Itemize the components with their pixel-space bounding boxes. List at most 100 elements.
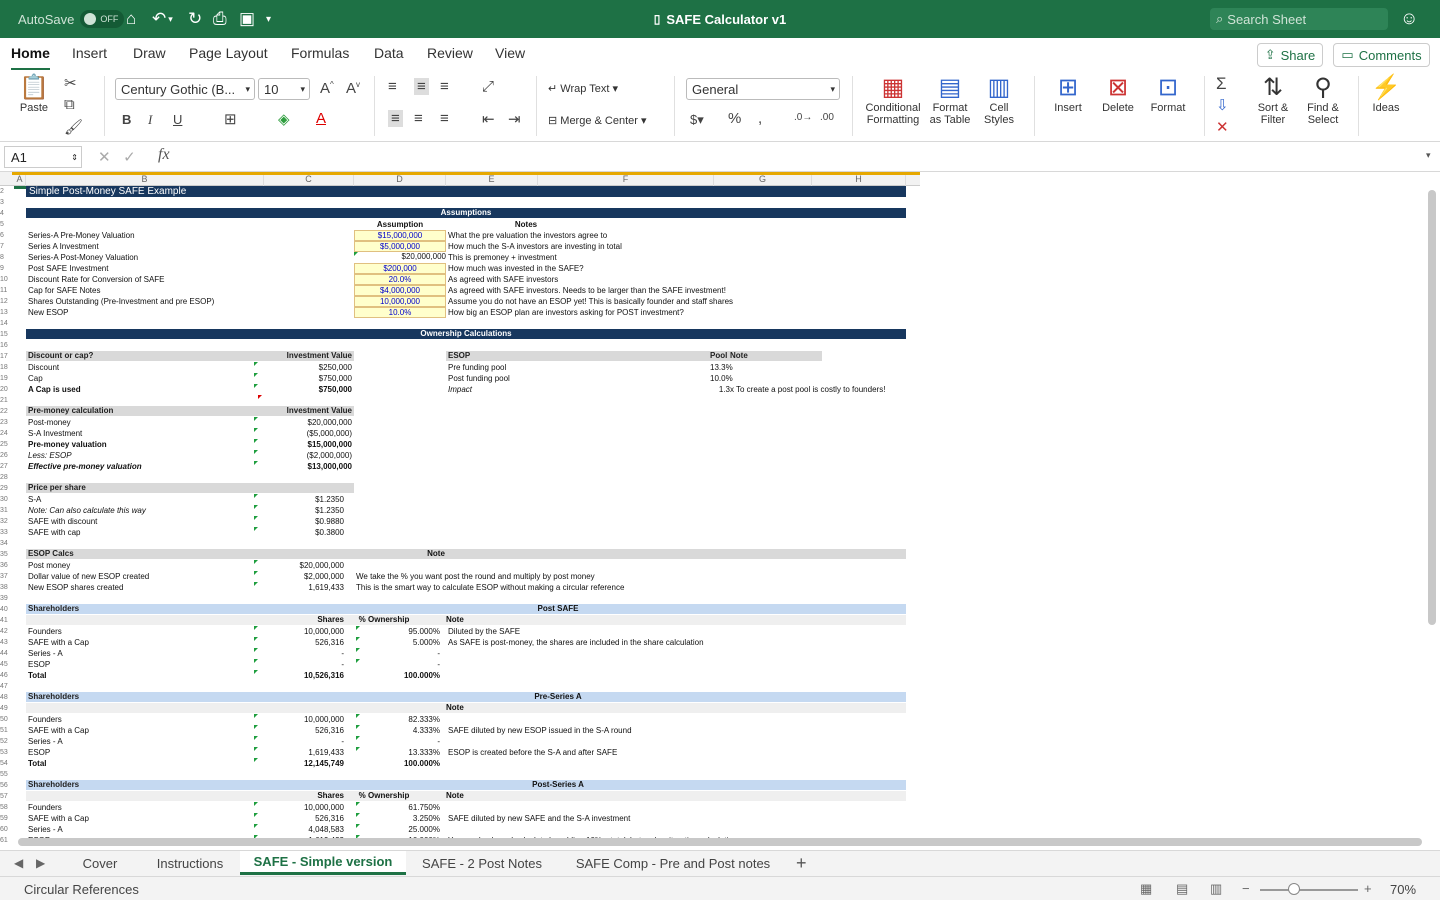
align-middle-icon[interactable]: ≡ <box>414 78 429 95</box>
page-layout-view-icon[interactable]: ▤ <box>1176 881 1188 897</box>
row-header[interactable]: 5 <box>0 219 14 230</box>
orientation-icon[interactable]: ⤢ <box>482 78 494 95</box>
discount-row-value[interactable]: $750,000 <box>264 373 352 384</box>
discount-block-title[interactable]: Discount or cap? <box>26 351 264 361</box>
assumption-input[interactable]: $15,000,000 <box>354 230 446 241</box>
shareholder-ownership[interactable]: 4.333% <box>354 725 440 736</box>
increase-indent-icon[interactable]: ⇥ <box>508 110 521 128</box>
row-header[interactable]: 47 <box>0 681 14 692</box>
save-icon[interactable]: ▣ <box>239 0 255 38</box>
assumption-note[interactable]: How big an ESOP plan are investors askin… <box>448 307 888 318</box>
row-header[interactable]: 18 <box>0 362 14 373</box>
assumption-input[interactable]: 10.0% <box>354 307 446 318</box>
number-format-select[interactable]: General ▾ <box>686 78 840 100</box>
discount-row-value[interactable]: $250,000 <box>264 362 352 373</box>
row-header[interactable]: 17 <box>0 351 14 362</box>
assumption-note[interactable]: As agreed with SAFE investors. Needs to … <box>448 285 888 296</box>
assumption-input[interactable]: $20,000,000 <box>354 252 446 263</box>
row-header[interactable]: 6 <box>0 230 14 241</box>
assumption-input[interactable]: 20.0% <box>354 274 446 285</box>
premoney-col-header[interactable]: Investment Value <box>264 406 354 416</box>
currency-icon[interactable]: $▾ <box>690 112 704 128</box>
shareholder-ownership[interactable]: 100.000% <box>354 670 440 681</box>
esop-calc-note[interactable]: This is the smart way to calculate ESOP … <box>356 582 796 593</box>
row-header[interactable]: 25 <box>0 439 14 450</box>
shareholder-label[interactable]: Series - A <box>28 648 258 659</box>
row-header[interactable]: 14 <box>0 318 14 329</box>
cancel-icon[interactable]: ✕ <box>98 149 111 166</box>
shareholder-shares[interactable]: 4,048,583 <box>264 824 344 835</box>
row-header[interactable]: 61 <box>0 835 14 846</box>
search-sheet-box[interactable]: ⌕ <box>1210 8 1388 30</box>
row-header[interactable]: 51 <box>0 725 14 736</box>
price-row-value[interactable]: $0.3800 <box>264 527 344 538</box>
row-header[interactable]: 15 <box>0 329 14 340</box>
row-header[interactable]: 56 <box>0 780 14 791</box>
premoney-row-label[interactable]: Pre-money valuation <box>28 439 258 450</box>
row-header[interactable]: 8 <box>0 252 14 263</box>
paste-button[interactable]: 📋 Paste <box>12 74 56 114</box>
insert-function-button[interactable]: fx <box>158 146 170 164</box>
assumption-input[interactable]: 10,000,000 <box>354 296 446 307</box>
row-header[interactable]: 33 <box>0 527 14 538</box>
row-header[interactable]: 23 <box>0 417 14 428</box>
shareholder-label[interactable]: Series - A <box>28 824 258 835</box>
row-header[interactable]: 4 <box>0 208 14 219</box>
shareholders-title[interactable]: Shareholders <box>26 780 906 790</box>
font-name-select[interactable]: Century Gothic (B... ▾ <box>115 78 255 100</box>
assumption-note[interactable]: This is premoney + investment <box>448 252 888 263</box>
shareholders-stage[interactable]: Post SAFE <box>478 604 638 614</box>
sort-filter-button[interactable]: ⇅ Sort & Filter <box>1250 74 1296 126</box>
assumption-label[interactable]: Cap for SAFE Notes <box>28 285 258 296</box>
row-header[interactable]: 29 <box>0 483 14 494</box>
shareholder-shares[interactable]: 526,316 <box>264 637 344 648</box>
row-header[interactable]: 13 <box>0 307 14 318</box>
shareholder-shares[interactable]: - <box>264 736 344 747</box>
fill-color-icon[interactable]: ◈ <box>278 110 290 128</box>
vertical-scrollbar[interactable] <box>1428 190 1436 625</box>
row-header[interactable]: 37 <box>0 571 14 582</box>
row-header[interactable]: 21 <box>0 395 14 406</box>
assumption-label[interactable]: Shares Outstanding (Pre-Investment and p… <box>28 296 258 307</box>
row-header[interactable]: 22 <box>0 406 14 417</box>
row-header[interactable]: 24 <box>0 428 14 439</box>
shareholder-ownership[interactable]: 95.000% <box>354 626 440 637</box>
assumptions-header[interactable]: Assumptions <box>26 208 906 218</box>
discount-row-label[interactable]: A Cap is used <box>28 384 258 395</box>
row-header[interactable]: 45 <box>0 659 14 670</box>
zoom-level[interactable]: 70% <box>1390 882 1416 897</box>
row-header[interactable]: 30 <box>0 494 14 505</box>
sheet-tab-instructions[interactable]: Instructions <box>140 851 240 875</box>
shareholder-shares[interactable]: 10,000,000 <box>264 714 344 725</box>
shareholder-label[interactable]: SAFE with a Cap <box>28 637 258 648</box>
shareholder-shares[interactable]: 526,316 <box>264 725 344 736</box>
align-center-icon[interactable]: ≡ <box>414 110 423 127</box>
assumption-input[interactable]: $4,000,000 <box>354 285 446 296</box>
feedback-smiley-icon[interactable]: ☺ <box>1400 8 1418 29</box>
shareholder-ownership[interactable]: 82.333% <box>354 714 440 725</box>
assumption-label[interactable]: Series-A Post-Money Valuation <box>28 252 258 263</box>
esop-row-value[interactable]: 10.0% <box>710 373 740 384</box>
zoom-in-icon[interactable]: + <box>1364 881 1372 896</box>
assumption-label[interactable]: New ESOP <box>28 307 258 318</box>
tab-insert[interactable]: Insert <box>72 45 107 61</box>
premoney-row-value[interactable]: $20,000,000 <box>264 417 353 428</box>
row-header[interactable]: 42 <box>0 626 14 637</box>
shares-col-header[interactable]: Shares <box>264 791 344 801</box>
assumption-label[interactable]: Post SAFE Investment <box>28 263 258 274</box>
fill-icon[interactable]: ⇩ <box>1216 96 1229 114</box>
shareholder-ownership[interactable]: 100.000% <box>354 758 440 769</box>
esop-calc-value[interactable]: $20,000,000 <box>264 560 345 571</box>
premoney-row-value[interactable]: ($5,000,000) <box>264 428 352 439</box>
esop-row-label[interactable]: Pre funding pool <box>448 362 608 373</box>
autosave-toggle[interactable]: AutoSave OFF <box>18 0 125 38</box>
row-header[interactable]: 54 <box>0 758 14 769</box>
align-bottom-icon[interactable]: ≡ <box>440 78 449 95</box>
row-header[interactable]: 31 <box>0 505 14 516</box>
esop-calc-value[interactable]: 1,619,433 <box>264 582 344 593</box>
comments-button[interactable]: ▭ Comments <box>1333 43 1430 67</box>
shareholder-label[interactable]: Total <box>28 758 258 769</box>
row-header[interactable]: 16 <box>0 340 14 351</box>
shareholder-label[interactable]: SAFE with a Cap <box>28 813 258 824</box>
premoney-row-label[interactable]: Effective pre-money valuation <box>28 461 258 472</box>
